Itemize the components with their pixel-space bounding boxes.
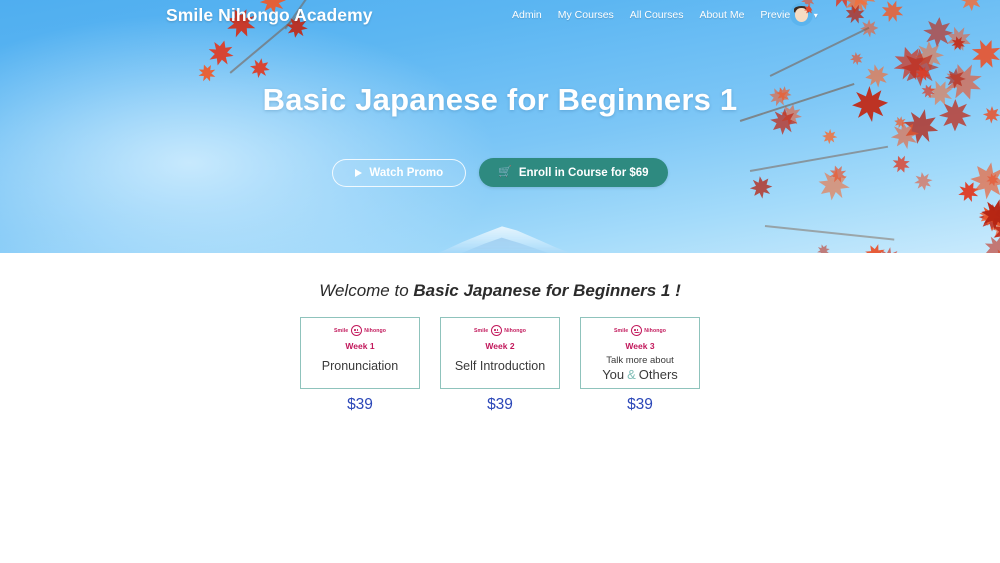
smiley-face-icon <box>490 325 502 336</box>
maple-leaf-icon <box>988 245 1000 253</box>
maple-leaf-icon <box>979 196 1000 232</box>
course-card-col-2: Smile Nihongo Week 2 Self Introduction $… <box>440 317 560 414</box>
card-title-3-part-b: Others <box>638 366 678 382</box>
maple-leaf-icon <box>888 41 932 85</box>
course-hero-title: Basic Japanese for Beginners 1 <box>262 82 738 117</box>
card-week-label-3: Week 3 <box>625 341 655 351</box>
nav-item-my-courses[interactable]: My Courses <box>558 9 614 21</box>
maple-leaf-icon <box>205 37 237 69</box>
site-brand-logo[interactable]: Smile Nihongo Academy <box>166 5 373 26</box>
card-week-label-1: Week 1 <box>345 341 375 351</box>
nav-item-all-courses[interactable]: All Courses <box>630 9 684 21</box>
watch-promo-button[interactable]: Watch Promo <box>332 158 467 187</box>
maple-leaf-icon <box>975 201 1000 230</box>
card-price-1: $39 <box>347 396 373 413</box>
chevron-down-icon: ▾ <box>813 11 818 20</box>
nav-item-admin[interactable]: Admin <box>512 9 542 21</box>
maple-leaf-icon <box>847 49 866 68</box>
tree-branch <box>769 26 870 77</box>
maple-leaf-icon <box>861 240 890 253</box>
maple-leaf-icon <box>914 40 945 71</box>
cart-icon: 🛒 <box>498 166 512 178</box>
smile-nihongo-logo: Smile Nihongo <box>614 325 666 336</box>
course-card-week3[interactable]: Smile Nihongo Week 3 Talk more about You… <box>580 317 700 389</box>
maple-leaf-icon <box>989 213 1000 247</box>
course-card-col-3: Smile Nihongo Week 3 Talk more about You… <box>580 317 700 414</box>
tree-branch <box>764 225 895 241</box>
maple-leaves-right <box>710 0 1000 253</box>
course-card-week1[interactable]: Smile Nihongo Week 1 Pronunciation <box>300 317 420 389</box>
course-card-week2[interactable]: Smile Nihongo Week 2 Self Introduction <box>440 317 560 389</box>
course-cards-row: Smile Nihongo Week 1 Pronunciation $39 S… <box>0 317 1000 414</box>
smile-nihongo-logo: Smile Nihongo <box>474 325 526 336</box>
sky-glow <box>0 13 500 253</box>
smiley-face-icon <box>630 325 642 336</box>
welcome-heading: Welcome to Basic Japanese for Beginners … <box>0 281 1000 301</box>
card-title-3: You & Others <box>602 366 678 383</box>
nav-item-about-me[interactable]: About Me <box>699 9 744 21</box>
maple-leaf-icon <box>876 246 901 253</box>
logo-text-left: Smile <box>613 327 629 334</box>
maple-leaf-icon <box>886 116 925 155</box>
card-subtitle-3: Talk more about <box>606 355 674 366</box>
user-avatar-icon[interactable] <box>790 3 813 26</box>
card-title-1: Pronunciation <box>321 359 399 373</box>
hero-banner: Smile Nihongo Academy Admin My Courses A… <box>0 0 1000 253</box>
course-card-col-1: Smile Nihongo Week 1 Pronunciation $39 <box>300 317 420 414</box>
nav-links: Admin My Courses All Courses About Me Pr… <box>512 9 818 21</box>
enroll-button[interactable]: 🛒 Enroll in Course for $69 <box>479 158 668 187</box>
logo-text-right: Nihongo <box>504 327 527 334</box>
maple-leaf-icon <box>974 198 1000 236</box>
top-navigation-bar: Smile Nihongo Academy Admin My Courses A… <box>0 0 1000 33</box>
maple-leaf-icon <box>246 54 274 82</box>
maple-leaf-icon <box>819 126 840 147</box>
maple-leaf-icon <box>814 242 832 253</box>
maple-leaf-icon <box>980 230 1000 253</box>
logo-text-right: Nihongo <box>644 327 667 334</box>
card-title-2: Self Introduction <box>454 359 546 373</box>
watch-promo-label: Watch Promo <box>369 166 444 179</box>
maple-leaf-icon <box>966 34 1000 73</box>
smiley-face-icon <box>350 325 362 336</box>
logo-text-right: Nihongo <box>364 327 387 334</box>
maple-leaf-icon <box>949 35 967 53</box>
logo-text-left: Smile <box>333 327 349 334</box>
card-week-label-2: Week 2 <box>485 341 515 351</box>
maple-leaf-icon <box>913 64 933 84</box>
welcome-prefix: Welcome to <box>319 281 414 300</box>
card-title-3-part-a: You <box>602 366 625 382</box>
course-content-section: Welcome to Basic Japanese for Beginners … <box>0 253 1000 563</box>
hero-cta-row: Watch Promo 🛒 Enroll in Course for $69 <box>0 158 1000 187</box>
smile-nihongo-logo: Smile Nihongo <box>334 325 386 336</box>
card-price-3: $39 <box>627 396 653 413</box>
logo-text-left: Smile <box>473 327 489 334</box>
play-icon <box>355 168 363 177</box>
welcome-course-name: Basic Japanese for Beginners 1 ! <box>413 281 681 300</box>
card-price-2: $39 <box>487 396 513 413</box>
ampersand-symbol: & <box>627 366 636 382</box>
maple-leaf-icon <box>984 210 1000 246</box>
enroll-label: Enroll in Course for $69 <box>518 166 649 179</box>
